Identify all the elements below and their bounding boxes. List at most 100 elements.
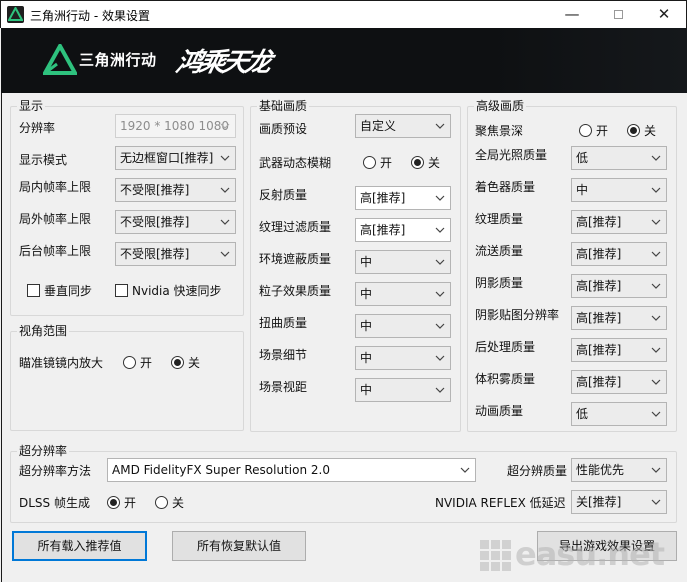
gi-quality-value: 低	[576, 151, 589, 165]
display-mode-label: 显示模式	[19, 153, 68, 167]
reflection-label: 反射质量	[259, 188, 308, 202]
texture-filter-label: 纹理过滤质量	[259, 220, 332, 234]
chevron-down-icon	[651, 251, 661, 257]
reflection-select[interactable]: 高[推荐]	[355, 186, 451, 210]
post-process-label: 后处理质量	[475, 340, 536, 354]
dof-on-radio[interactable]	[579, 124, 592, 137]
ambient-occlusion-label: 环境遮蔽质量	[259, 252, 332, 266]
chevron-down-icon	[435, 227, 445, 233]
distortion-label: 扭曲质量	[259, 316, 308, 330]
volumetric-fog-select[interactable]: 高[推荐]	[571, 370, 667, 394]
scene-detail-label: 场景细节	[259, 348, 308, 362]
streaming-quality-label: 流送质量	[475, 244, 524, 258]
gi-quality-select[interactable]: 低	[571, 146, 667, 170]
outgame-fps-select[interactable]: 不受限[推荐]	[115, 210, 236, 234]
chevron-down-icon	[220, 219, 230, 225]
texture-quality-value: 高[推荐]	[576, 215, 622, 229]
motion-blur-on-label: 开	[380, 156, 393, 170]
ambient-occlusion-value: 中	[360, 255, 373, 269]
watermark-text: easu.net	[515, 535, 665, 573]
chevron-down-icon	[220, 251, 230, 257]
superres-method-label: 超分辨率方法	[19, 464, 92, 478]
ambient-occlusion-select[interactable]: 中	[355, 250, 451, 274]
reflex-select[interactable]: 关[推荐]	[571, 490, 667, 514]
ingame-fps-select[interactable]: 不受限[推荐]	[115, 178, 236, 202]
chevron-down-icon	[435, 123, 445, 129]
chevron-down-icon	[435, 387, 445, 393]
chevron-down-icon	[435, 323, 445, 329]
chevron-down-icon	[651, 283, 661, 289]
shadow-quality-select[interactable]: 高[推荐]	[571, 274, 667, 298]
texture-quality-label: 纹理质量	[475, 212, 524, 226]
chevron-down-icon	[435, 355, 445, 361]
preset-select[interactable]: 自定义	[355, 114, 451, 138]
post-process-select[interactable]: 高[推荐]	[571, 338, 667, 362]
motion-blur-off-radio[interactable]	[411, 156, 424, 169]
superres-quality-value: 性能优先	[576, 463, 625, 477]
particle-label: 粒子效果质量	[259, 284, 332, 298]
chevron-down-icon	[651, 379, 661, 385]
shader-quality-value: 中	[576, 183, 589, 197]
title-bar: 三角洲行动 - 效果设置 — ✕	[0, 0, 687, 28]
shadow-quality-label: 阴影质量	[475, 276, 524, 290]
restore-defaults-button[interactable]: 所有恢复默认值	[172, 531, 306, 561]
dof-off-radio[interactable]	[627, 124, 640, 137]
fov-group-label: 视角范围	[17, 324, 70, 338]
reflex-value: 关[推荐]	[576, 495, 622, 509]
minimize-button[interactable]: —	[549, 1, 595, 29]
scope-zoom-off-radio[interactable]	[171, 356, 184, 369]
scope-zoom-on-radio[interactable]	[123, 356, 136, 369]
scene-detail-select[interactable]: 中	[355, 346, 451, 370]
chevron-down-icon	[651, 411, 661, 417]
texture-filter-select[interactable]: 高[推荐]	[355, 218, 451, 242]
distortion-select[interactable]: 中	[355, 314, 451, 338]
superres-quality-select[interactable]: 性能优先	[571, 458, 667, 482]
shadow-quality-value: 高[推荐]	[576, 279, 622, 293]
dof-off-label: 关	[644, 124, 657, 138]
maximize-button[interactable]	[595, 1, 641, 29]
resolution-select[interactable]: 1920 * 1080 1080	[115, 114, 236, 138]
texture-filter-value: 高[推荐]	[360, 223, 406, 237]
dlss-on-radio[interactable]	[107, 496, 120, 509]
view-distance-label: 场景视距	[259, 380, 308, 394]
dlss-off-label: 关	[172, 496, 185, 510]
superres-method-select[interactable]: AMD FidelityFX Super Resolution 2.0	[107, 458, 476, 482]
motion-blur-on-radio[interactable]	[363, 156, 376, 169]
load-recommended-button[interactable]: 所有载入推荐值	[12, 531, 147, 561]
basic-quality-group-label: 基础画质	[257, 99, 310, 113]
reflection-value: 高[推荐]	[360, 191, 406, 205]
shader-quality-select[interactable]: 中	[571, 178, 667, 202]
background-fps-select[interactable]: 不受限[推荐]	[115, 242, 236, 266]
streaming-quality-value: 高[推荐]	[576, 247, 622, 261]
streaming-quality-select[interactable]: 高[推荐]	[571, 242, 667, 266]
chevron-down-icon	[651, 499, 661, 505]
scene-detail-value: 中	[360, 351, 373, 365]
preset-label: 画质预设	[259, 122, 308, 136]
background-fps-value: 不受限[推荐]	[120, 247, 190, 261]
close-button[interactable]: ✕	[641, 1, 687, 29]
shadow-map-res-label: 阴影贴图分辨率	[475, 308, 560, 322]
animation-quality-select[interactable]: 低	[571, 402, 667, 426]
view-distance-select[interactable]: 中	[355, 378, 451, 402]
animation-quality-value: 低	[576, 407, 589, 421]
superres-method-value: AMD FidelityFX Super Resolution 2.0	[112, 463, 330, 477]
distortion-value: 中	[360, 319, 373, 333]
chevron-down-icon	[651, 155, 661, 161]
dlss-on-label: 开	[124, 496, 137, 510]
shadow-map-res-select[interactable]: 高[推荐]	[571, 306, 667, 330]
dof-on-label: 开	[596, 124, 609, 138]
calligraphy-logo: 鸿乘天龙	[173, 48, 272, 78]
particle-select[interactable]: 中	[355, 282, 451, 306]
vsync-label: 垂直同步	[44, 284, 93, 298]
nvidia-sync-checkbox[interactable]	[115, 284, 128, 297]
chevron-down-icon	[220, 155, 230, 161]
texture-quality-select[interactable]: 高[推荐]	[571, 210, 667, 234]
animation-quality-label: 动画质量	[475, 404, 524, 418]
display-group-label: 显示	[17, 99, 46, 113]
vsync-checkbox[interactable]	[27, 284, 40, 297]
scope-zoom-on-label: 开	[140, 356, 153, 370]
display-mode-select[interactable]: 无边框窗口[推荐]	[115, 146, 236, 170]
dlss-off-radio[interactable]	[155, 496, 168, 509]
resolution-label: 分辨率	[19, 121, 56, 135]
ingame-fps-value: 不受限[推荐]	[120, 183, 190, 197]
